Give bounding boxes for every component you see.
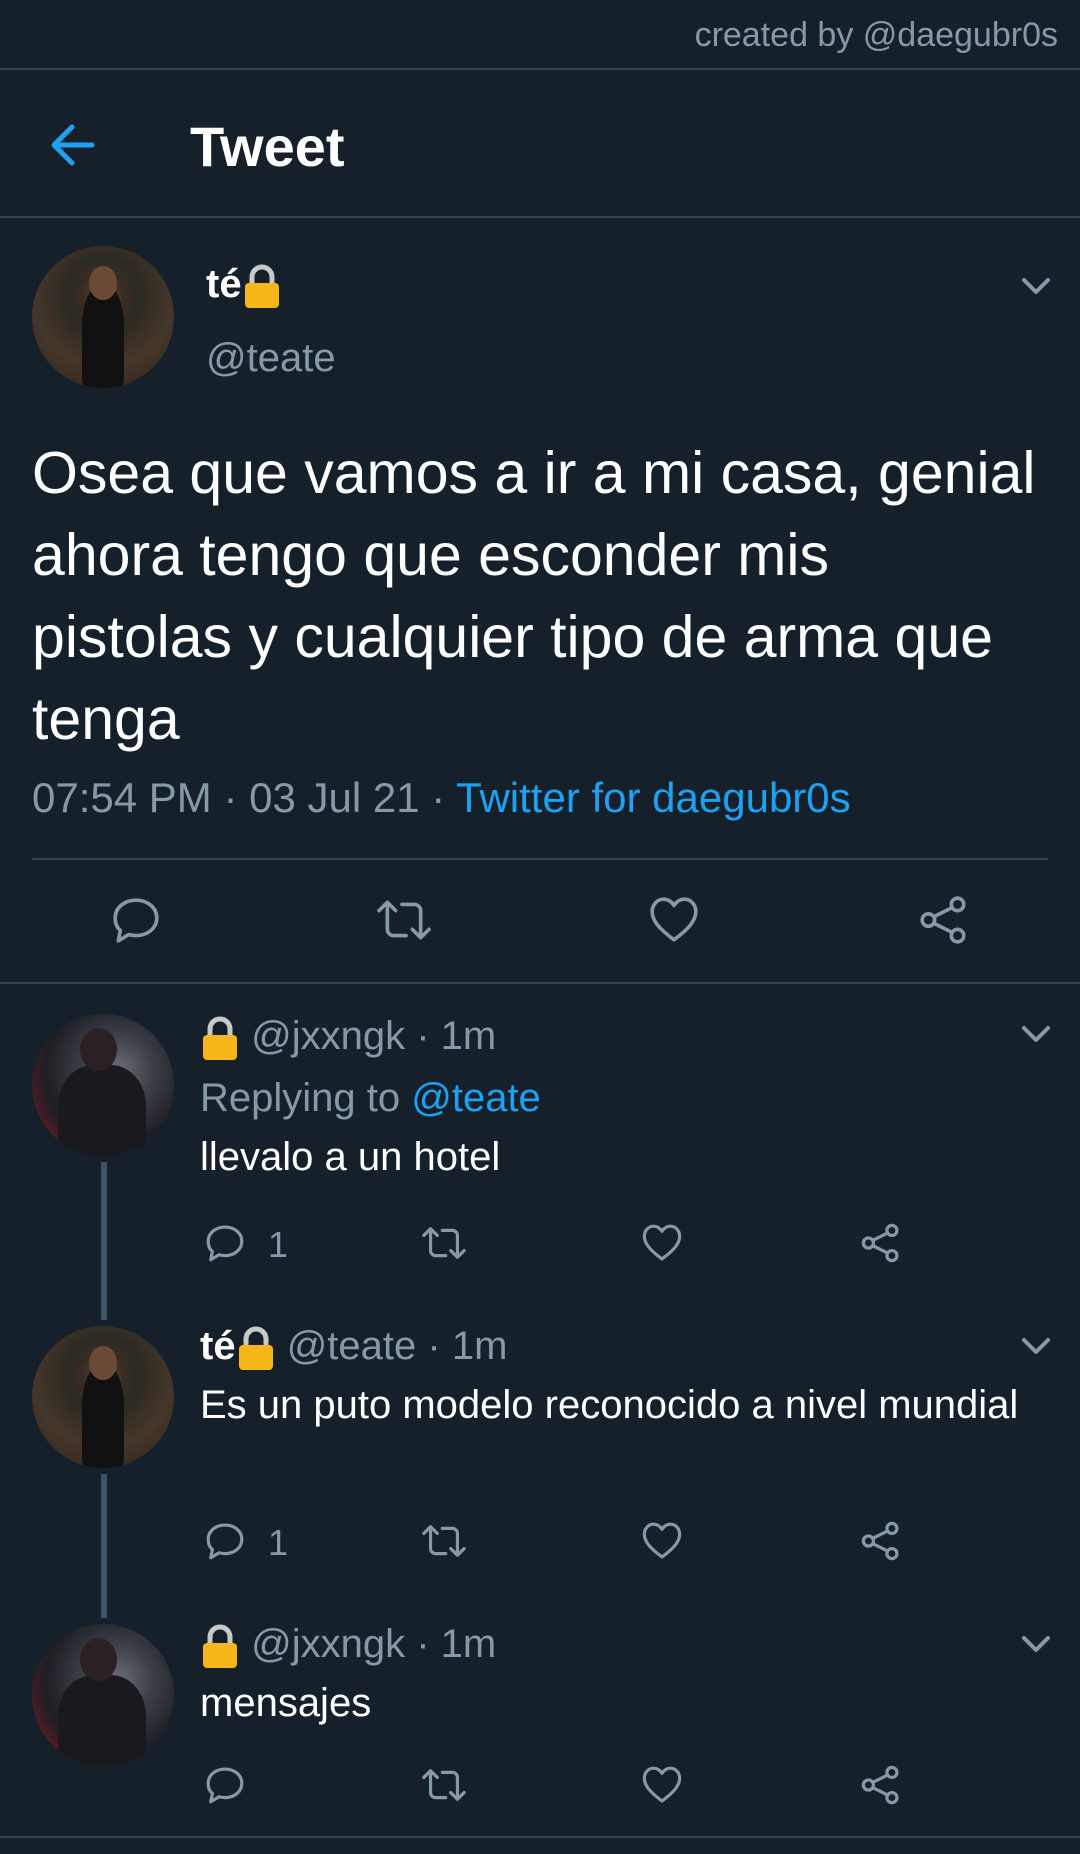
replying-prefix: Replying to — [200, 1076, 412, 1120]
tweet-source[interactable]: Twitter for daegubr0s — [456, 774, 851, 821]
share-icon[interactable] — [860, 1520, 902, 1562]
thread-line — [101, 1162, 107, 1320]
reply-count: 1 — [268, 1224, 289, 1265]
back-arrow-icon[interactable] — [44, 115, 104, 175]
avatar[interactable] — [32, 246, 174, 388]
reply-text: Es un puto modelo reconocido a nivel mun… — [200, 1383, 1019, 1427]
reply-author-name: té — [200, 1324, 236, 1368]
reply-count: 1 — [268, 1522, 289, 1563]
avatar[interactable] — [32, 1014, 174, 1156]
reply-handle-text: @jxxngk · 1m — [251, 1622, 497, 1666]
divider — [32, 858, 1048, 860]
share-icon[interactable] — [860, 1222, 902, 1264]
avatar[interactable] — [32, 1326, 174, 1468]
like-icon[interactable] — [648, 894, 700, 946]
credit-text: created by @daegubr0s — [694, 16, 1058, 54]
chevron-down-icon[interactable] — [1018, 1016, 1054, 1052]
reply-handle-text: @jxxngk · 1m — [251, 1014, 497, 1058]
reply-icon[interactable] — [204, 1222, 246, 1264]
mention-link[interactable]: @teate — [411, 1076, 541, 1120]
reply-handle-text: @teate · 1m — [286, 1324, 508, 1368]
author-name[interactable]: té — [206, 262, 282, 309]
thread-line — [101, 1474, 107, 1618]
like-icon[interactable] — [641, 1520, 683, 1562]
tweet-timestamp: 07:54 PM · 03 Jul 21 · — [32, 774, 457, 821]
reply-icon[interactable] — [204, 1764, 246, 1806]
divider — [0, 982, 1080, 984]
replying-to: Replying to @teate — [200, 1076, 541, 1121]
avatar[interactable] — [32, 1624, 174, 1766]
credit-bar: created by @daegubr0s — [0, 0, 1080, 70]
chevron-down-icon[interactable] — [1018, 1328, 1054, 1364]
lock-icon — [238, 1326, 273, 1371]
divider — [0, 1836, 1080, 1838]
retweet-icon[interactable] — [420, 1764, 468, 1806]
like-icon[interactable] — [641, 1222, 683, 1264]
author-name-text: té — [206, 262, 242, 306]
lock-icon — [203, 1016, 237, 1061]
author-handle[interactable]: @teate — [206, 336, 336, 381]
lock-icon — [203, 1624, 237, 1669]
tweet-meta: 07:54 PM · 03 Jul 21 · Twitter for daegu… — [32, 774, 851, 822]
reply-header[interactable]: @jxxngk · 1m — [200, 1622, 496, 1669]
tweet-text: Osea que vamos a ir a mi casa, genial ah… — [32, 440, 1036, 752]
share-icon[interactable] — [860, 1764, 902, 1806]
lock-icon — [244, 264, 279, 309]
share-icon[interactable] — [918, 894, 970, 946]
retweet-icon[interactable] — [420, 1222, 468, 1264]
reply-header[interactable]: té @teate · 1m — [200, 1324, 507, 1371]
chevron-down-icon[interactable] — [1018, 1626, 1054, 1662]
reply-icon[interactable] — [110, 894, 162, 946]
header: Tweet — [0, 70, 1080, 218]
retweet-icon[interactable] — [374, 894, 434, 946]
page-title: Tweet — [190, 115, 345, 178]
reply-header[interactable]: @jxxngk · 1m — [200, 1014, 496, 1061]
reply-text: mensajes — [200, 1681, 372, 1725]
reply-icon[interactable] — [204, 1520, 246, 1562]
like-icon[interactable] — [641, 1764, 683, 1806]
retweet-icon[interactable] — [420, 1520, 468, 1562]
chevron-down-icon[interactable] — [1018, 268, 1054, 304]
tweet-actions — [0, 890, 1080, 950]
reply-text: llevalo a un hotel — [200, 1135, 501, 1179]
